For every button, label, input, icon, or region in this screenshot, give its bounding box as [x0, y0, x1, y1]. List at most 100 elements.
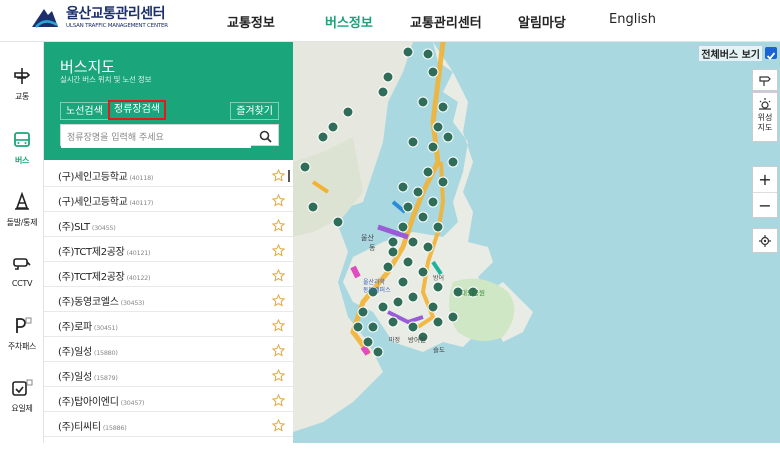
rail-label-weekday: 요일제 — [11, 404, 33, 413]
calendar-check-icon — [0, 376, 44, 400]
stop-code: (30451) — [93, 324, 118, 332]
stop-list-item[interactable]: (주)SLT (30455) — [44, 212, 293, 237]
rail-label-cctv: CCTV — [11, 279, 33, 288]
favorite-star-icon[interactable] — [271, 192, 286, 211]
bus-map[interactable]: 울산 동 울산과학 동부캠퍼스 방어진 대왕공원 슬도 방어 마정 전체버스 보… — [293, 42, 780, 443]
stop-code: (40117) — [129, 199, 154, 207]
panel-header: 버스지도 실시간 버스 위치 및 노선 정보 노선검색 정류장검색 즐겨찾기 — [44, 42, 293, 160]
stop-code: (30457) — [120, 399, 145, 407]
my-location-button[interactable] — [752, 228, 778, 253]
favorite-star-icon[interactable] — [271, 367, 286, 386]
list-scrollbar[interactable] — [288, 170, 290, 182]
favorite-star-icon[interactable] — [271, 317, 286, 336]
map-label-dong: 동 — [369, 244, 376, 252]
stop-list-item[interactable]: (주)TCT제2공장 (40121) — [44, 237, 293, 262]
zoom-in-button[interactable]: + — [753, 167, 777, 193]
rail-item-traffic[interactable]: 교통 — [0, 58, 44, 118]
stop-name: (구)세인고등학교 (40117) — [58, 197, 154, 208]
zoom-out-button[interactable]: − — [753, 193, 777, 218]
rail-item-bus[interactable]: 버스 — [0, 122, 44, 182]
stop-list-item[interactable]: (주)동영코엘스 (30453) — [44, 287, 293, 312]
rail-item-weekday[interactable]: 요일제 — [0, 370, 44, 430]
traffic-cone-icon — [0, 190, 44, 214]
stop-list-item[interactable]: (주)일성 (15880) — [44, 337, 293, 362]
map-label-bangeojin: 방어진 — [408, 335, 426, 344]
map-label-campus: 동부캠퍼스 — [363, 286, 391, 294]
zoom-control: + − — [752, 166, 778, 218]
nav-english[interactable]: English — [609, 12, 656, 27]
favorite-star-icon[interactable] — [271, 267, 286, 286]
stop-name: (구)세인고등학교 (40118) — [58, 172, 154, 183]
stop-name: (주)동영코엘스 (30453) — [58, 297, 145, 308]
stop-list-item[interactable]: (주)TCT제2공장 (40122) — [44, 262, 293, 287]
stop-code: (30455) — [91, 224, 116, 232]
favorite-star-icon[interactable] — [271, 292, 286, 311]
tab-route-search[interactable]: 노선검색 — [60, 102, 109, 120]
stop-code: (40122) — [126, 274, 151, 282]
cctv-camera-icon — [0, 252, 44, 276]
favorite-star-icon[interactable] — [271, 217, 286, 236]
map-label-science: 울산과학 — [363, 278, 386, 286]
stop-list-item[interactable]: (주)일성 (15879) — [44, 362, 293, 387]
stop-code: (40118) — [129, 174, 154, 182]
nav-notice[interactable]: 알림마당 — [518, 12, 566, 31]
map-type-button[interactable] — [752, 69, 778, 91]
show-all-buses-checkbox[interactable] — [765, 47, 777, 60]
nav-traffic-info[interactable]: 교통정보 — [227, 12, 275, 31]
satellite-label: 위성 지도 — [757, 113, 773, 132]
stop-code: (40121) — [126, 249, 151, 257]
top-header: 울산교통관리센터 ULSAN TRAFFIC MANAGEMENT CENTER… — [0, 0, 780, 42]
satellite-map-button[interactable]: 위성 지도 — [752, 92, 778, 142]
map-label-seuldo: 슬도 — [433, 345, 445, 354]
site-logo[interactable]: 울산교통관리센터 ULSAN TRAFFIC MANAGEMENT CENTER — [30, 5, 168, 31]
stop-list-item[interactable]: (구)세인고등학교 (40118) — [44, 162, 293, 187]
stop-list-item[interactable]: (주)티씨티 (15886) — [44, 412, 293, 437]
bus-map-panel: 버스지도 실시간 버스 위치 및 노선 정보 노선검색 정류장검색 즐겨찾기 (… — [44, 42, 293, 443]
favorite-star-icon[interactable] — [271, 417, 286, 436]
stop-search-box — [60, 124, 279, 148]
stop-name: (주)TCT제2공장 (40122) — [58, 272, 151, 283]
rail-label-incident: 돌발/통제 — [6, 218, 38, 227]
nav-traffic-center[interactable]: 교통관리센터 — [410, 12, 482, 31]
road-sign-icon — [759, 76, 771, 86]
rail-item-incident[interactable]: 돌발/통제 — [0, 184, 44, 244]
crosshair-icon — [759, 235, 771, 247]
stop-code: (30453) — [120, 299, 145, 307]
stop-list-item[interactable]: (주)로파 (30451) — [44, 312, 293, 337]
logo-subtitle: ULSAN TRAFFIC MANAGEMENT CENTER — [66, 22, 168, 29]
stop-code: (15880) — [93, 349, 118, 357]
favorite-star-icon[interactable] — [271, 342, 286, 361]
panel-subtitle: 실시간 버스 위치 및 노선 정보 — [60, 75, 152, 84]
logo-mark-icon — [30, 5, 60, 31]
rail-item-cctv[interactable]: CCTV — [0, 246, 44, 306]
stop-name: (주)SLT (30455) — [58, 222, 116, 233]
map-canvas: 울산 동 울산과학 동부캠퍼스 방어진 대왕공원 슬도 방어 마정 — [293, 42, 780, 443]
logo-title: 울산교통관리센터 — [66, 5, 166, 22]
stop-list: (구)세인고등학교 (40118) (구)세인고등학교 (40117) (주)SLT (3… — [44, 162, 293, 443]
favorite-star-icon[interactable] — [271, 167, 286, 186]
stop-name: (주)탑아이엔디 (30457) — [58, 397, 145, 408]
tab-stop-search[interactable]: 정류장검색 — [108, 100, 166, 120]
map-label-ulsan: 울산 — [361, 233, 374, 242]
map-label-bang: 방어 — [433, 274, 444, 282]
nav-bus-info[interactable]: 버스정보 — [325, 12, 373, 31]
rail-label-traffic: 교통 — [14, 92, 30, 101]
traffic-sign-icon — [0, 64, 44, 88]
stop-search-input[interactable] — [61, 128, 251, 148]
stop-name: (주)TCT제2공장 (40121) — [58, 247, 151, 258]
tab-favorites[interactable]: 즐겨찾기 — [230, 102, 279, 120]
stop-list-item[interactable]: (주)탑아이엔디 (30457) — [44, 387, 293, 412]
rail-label-bus: 버스 — [14, 156, 30, 165]
stop-list-item[interactable]: (구)세인고등학교 (40117) — [44, 187, 293, 212]
stop-name: (주)일성 (15879) — [58, 372, 118, 383]
search-icon[interactable] — [259, 128, 272, 147]
favorite-star-icon[interactable] — [271, 242, 286, 261]
stop-name: (주)로파 (30451) — [58, 322, 118, 333]
rail-label-parking: 주차패스 — [7, 342, 37, 351]
rail-item-parking[interactable]: 주차패스 — [0, 308, 44, 368]
favorite-star-icon[interactable] — [271, 392, 286, 411]
stop-name: (주)일성 (15880) — [58, 347, 118, 358]
bus-icon — [0, 128, 44, 152]
stop-code: (15886) — [102, 424, 127, 432]
parking-icon — [0, 314, 44, 338]
